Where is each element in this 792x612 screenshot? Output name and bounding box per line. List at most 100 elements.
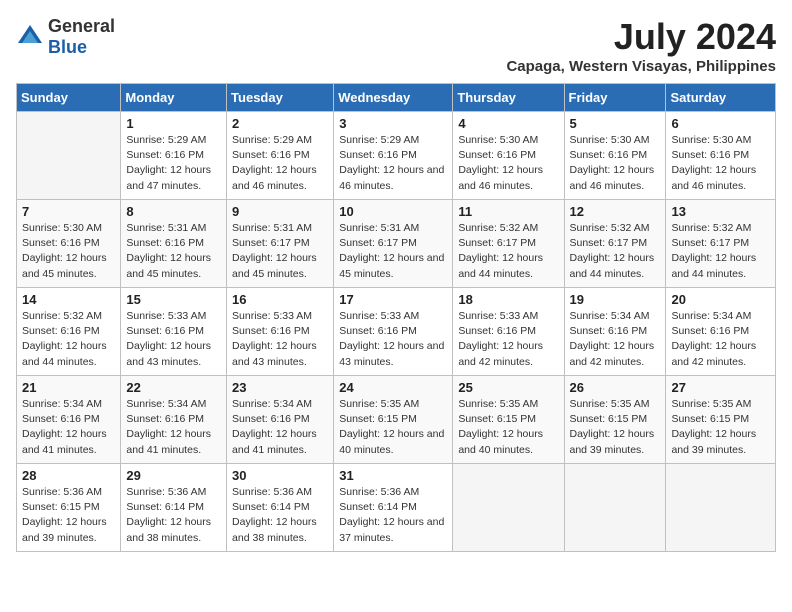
calendar-cell: 9 Sunrise: 5:31 AM Sunset: 6:17 PM Daylig… bbox=[227, 200, 334, 288]
calendar-cell: 2 Sunrise: 5:29 AM Sunset: 6:16 PM Daylig… bbox=[227, 112, 334, 200]
calendar-cell: 4 Sunrise: 5:30 AM Sunset: 6:16 PM Daylig… bbox=[453, 112, 564, 200]
day-number: 7 bbox=[22, 204, 115, 219]
day-info: Sunrise: 5:36 AM Sunset: 6:14 PM Dayligh… bbox=[339, 485, 447, 546]
day-number: 12 bbox=[570, 204, 661, 219]
calendar-cell: 8 Sunrise: 5:31 AM Sunset: 6:16 PM Daylig… bbox=[121, 200, 227, 288]
day-info: Sunrise: 5:29 AM Sunset: 6:16 PM Dayligh… bbox=[232, 133, 328, 194]
day-info: Sunrise: 5:36 AM Sunset: 6:14 PM Dayligh… bbox=[126, 485, 221, 546]
weekday-header-monday: Monday bbox=[121, 84, 227, 112]
day-info: Sunrise: 5:32 AM Sunset: 6:17 PM Dayligh… bbox=[458, 221, 558, 282]
logo-icon bbox=[16, 23, 44, 51]
calendar-cell: 30 Sunrise: 5:36 AM Sunset: 6:14 PM Dayli… bbox=[227, 464, 334, 552]
day-info: Sunrise: 5:31 AM Sunset: 6:17 PM Dayligh… bbox=[232, 221, 328, 282]
day-info: Sunrise: 5:35 AM Sunset: 6:15 PM Dayligh… bbox=[339, 397, 447, 458]
calendar-cell: 23 Sunrise: 5:34 AM Sunset: 6:16 PM Dayli… bbox=[227, 376, 334, 464]
day-info: Sunrise: 5:35 AM Sunset: 6:15 PM Dayligh… bbox=[458, 397, 558, 458]
calendar-cell: 25 Sunrise: 5:35 AM Sunset: 6:15 PM Dayli… bbox=[453, 376, 564, 464]
calendar-table: SundayMondayTuesdayWednesdayThursdayFrid… bbox=[16, 83, 776, 552]
day-info: Sunrise: 5:31 AM Sunset: 6:16 PM Dayligh… bbox=[126, 221, 221, 282]
day-number: 30 bbox=[232, 468, 328, 483]
calendar-week-row: 14 Sunrise: 5:32 AM Sunset: 6:16 PM Dayli… bbox=[17, 288, 776, 376]
calendar-cell bbox=[17, 112, 121, 200]
day-info: Sunrise: 5:33 AM Sunset: 6:16 PM Dayligh… bbox=[339, 309, 447, 370]
day-info: Sunrise: 5:30 AM Sunset: 6:16 PM Dayligh… bbox=[570, 133, 661, 194]
calendar-cell: 13Sunrise: 5:32 AM Sunset: 6:17 PM Dayli… bbox=[666, 200, 776, 288]
day-info: Sunrise: 5:34 AM Sunset: 6:16 PM Dayligh… bbox=[126, 397, 221, 458]
calendar-cell: 15 Sunrise: 5:33 AM Sunset: 6:16 PM Dayli… bbox=[121, 288, 227, 376]
day-info: Sunrise: 5:30 AM Sunset: 6:16 PM Dayligh… bbox=[458, 133, 558, 194]
day-number: 17 bbox=[339, 292, 447, 307]
calendar-cell: 18 Sunrise: 5:33 AM Sunset: 6:16 PM Dayli… bbox=[453, 288, 564, 376]
day-info: Sunrise: 5:29 AM Sunset: 6:16 PM Dayligh… bbox=[339, 133, 447, 194]
logo-general: General bbox=[48, 16, 115, 36]
calendar-cell: 1 Sunrise: 5:29 AM Sunset: 6:16 PM Daylig… bbox=[121, 112, 227, 200]
day-info: Sunrise: 5:34 AM Sunset: 6:16 PM Dayligh… bbox=[232, 397, 328, 458]
day-number: 8 bbox=[126, 204, 221, 219]
day-number: 9 bbox=[232, 204, 328, 219]
calendar-cell: 16Sunrise: 5:33 AM Sunset: 6:16 PM Dayli… bbox=[227, 288, 334, 376]
calendar-cell: 19Sunrise: 5:34 AM Sunset: 6:16 PM Dayli… bbox=[564, 288, 666, 376]
day-number: 1 bbox=[126, 116, 221, 131]
day-info: Sunrise: 5:35 AM Sunset: 6:15 PM Dayligh… bbox=[570, 397, 661, 458]
weekday-header-saturday: Saturday bbox=[666, 84, 776, 112]
day-info: Sunrise: 5:36 AM Sunset: 6:14 PM Dayligh… bbox=[232, 485, 328, 546]
calendar-cell: 3 Sunrise: 5:29 AM Sunset: 6:16 PM Daylig… bbox=[334, 112, 453, 200]
calendar-cell: 31 Sunrise: 5:36 AM Sunset: 6:14 PM Dayli… bbox=[334, 464, 453, 552]
weekday-header-wednesday: Wednesday bbox=[334, 84, 453, 112]
weekday-header-thursday: Thursday bbox=[453, 84, 564, 112]
day-number: 24 bbox=[339, 380, 447, 395]
calendar-cell: 6 Sunrise: 5:30 AM Sunset: 6:16 PM Daylig… bbox=[666, 112, 776, 200]
day-number: 23 bbox=[232, 380, 328, 395]
calendar-cell: 7Sunrise: 5:30 AM Sunset: 6:16 PM Daylig… bbox=[17, 200, 121, 288]
day-info: Sunrise: 5:29 AM Sunset: 6:16 PM Dayligh… bbox=[126, 133, 221, 194]
calendar-cell: 27 Sunrise: 5:35 AM Sunset: 6:15 PM Dayli… bbox=[666, 376, 776, 464]
calendar-week-row: 7Sunrise: 5:30 AM Sunset: 6:16 PM Daylig… bbox=[17, 200, 776, 288]
logo-blue: Blue bbox=[48, 37, 87, 57]
day-number: 18 bbox=[458, 292, 558, 307]
day-number: 28 bbox=[22, 468, 115, 483]
day-number: 16 bbox=[232, 292, 328, 307]
calendar-week-row: 1 Sunrise: 5:29 AM Sunset: 6:16 PM Daylig… bbox=[17, 112, 776, 200]
calendar-cell: 29 Sunrise: 5:36 AM Sunset: 6:14 PM Dayli… bbox=[121, 464, 227, 552]
day-info: Sunrise: 5:30 AM Sunset: 6:16 PM Dayligh… bbox=[671, 133, 770, 194]
day-number: 21 bbox=[22, 380, 115, 395]
day-number: 5 bbox=[570, 116, 661, 131]
day-number: 3 bbox=[339, 116, 447, 131]
day-number: 2 bbox=[232, 116, 328, 131]
title-area: July 2024 Capaga, Western Visayas, Phili… bbox=[506, 16, 776, 75]
day-info: Sunrise: 5:33 AM Sunset: 6:16 PM Dayligh… bbox=[126, 309, 221, 370]
day-number: 31 bbox=[339, 468, 447, 483]
day-number: 20 bbox=[671, 292, 770, 307]
day-info: Sunrise: 5:33 AM Sunset: 6:16 PM Dayligh… bbox=[458, 309, 558, 370]
logo-text: General Blue bbox=[48, 16, 115, 58]
calendar-cell bbox=[564, 464, 666, 552]
day-number: 4 bbox=[458, 116, 558, 131]
day-info: Sunrise: 5:36 AM Sunset: 6:15 PM Dayligh… bbox=[22, 485, 115, 546]
calendar-cell bbox=[453, 464, 564, 552]
day-number: 19 bbox=[570, 292, 661, 307]
location-subtitle: Capaga, Western Visayas, Philippines bbox=[506, 58, 776, 75]
day-number: 26 bbox=[570, 380, 661, 395]
logo: General Blue bbox=[16, 16, 115, 58]
day-info: Sunrise: 5:32 AM Sunset: 6:17 PM Dayligh… bbox=[570, 221, 661, 282]
day-number: 6 bbox=[671, 116, 770, 131]
day-number: 29 bbox=[126, 468, 221, 483]
day-info: Sunrise: 5:32 AM Sunset: 6:17 PM Dayligh… bbox=[671, 221, 770, 282]
day-number: 14 bbox=[22, 292, 115, 307]
calendar-cell: 20 Sunrise: 5:34 AM Sunset: 6:16 PM Dayli… bbox=[666, 288, 776, 376]
calendar-cell: 17 Sunrise: 5:33 AM Sunset: 6:16 PM Dayli… bbox=[334, 288, 453, 376]
day-info: Sunrise: 5:35 AM Sunset: 6:15 PM Dayligh… bbox=[671, 397, 770, 458]
day-number: 25 bbox=[458, 380, 558, 395]
weekday-header-friday: Friday bbox=[564, 84, 666, 112]
calendar-cell: 5 Sunrise: 5:30 AM Sunset: 6:16 PM Daylig… bbox=[564, 112, 666, 200]
day-number: 27 bbox=[671, 380, 770, 395]
day-info: Sunrise: 5:32 AM Sunset: 6:16 PM Dayligh… bbox=[22, 309, 115, 370]
day-info: Sunrise: 5:34 AM Sunset: 6:16 PM Dayligh… bbox=[671, 309, 770, 370]
day-number: 15 bbox=[126, 292, 221, 307]
calendar-cell: 22Sunrise: 5:34 AM Sunset: 6:16 PM Dayli… bbox=[121, 376, 227, 464]
weekday-header-tuesday: Tuesday bbox=[227, 84, 334, 112]
calendar-cell bbox=[666, 464, 776, 552]
calendar-week-row: 28 Sunrise: 5:36 AM Sunset: 6:15 PM Dayli… bbox=[17, 464, 776, 552]
calendar-cell: 10Sunrise: 5:31 AM Sunset: 6:17 PM Dayli… bbox=[334, 200, 453, 288]
calendar-week-row: 21 Sunrise: 5:34 AM Sunset: 6:16 PM Dayli… bbox=[17, 376, 776, 464]
